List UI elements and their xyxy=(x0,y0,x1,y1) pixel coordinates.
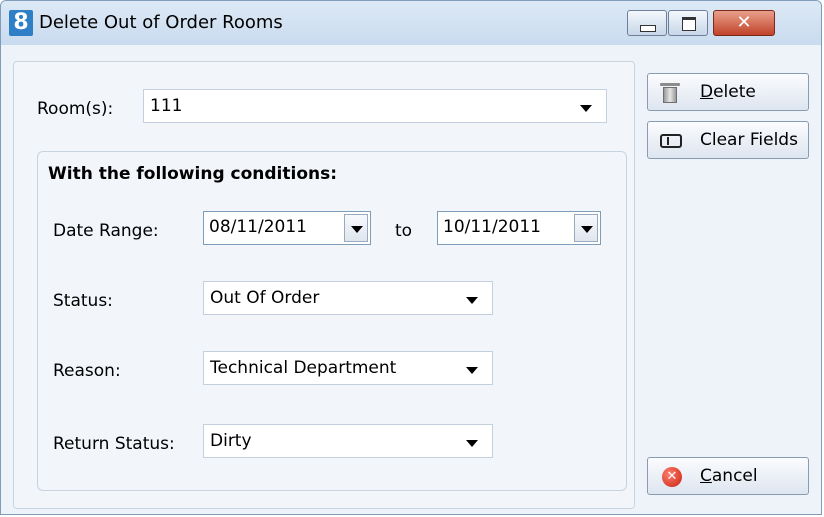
to-label: to xyxy=(395,221,413,241)
rooms-select-value: 111 xyxy=(150,96,183,116)
date-from-picker[interactable]: 08/11/2011 xyxy=(203,211,371,245)
maximize-button[interactable] xyxy=(668,10,708,36)
chevron-down-icon xyxy=(351,226,363,233)
delete-button[interactable]: Delete xyxy=(647,73,809,111)
text-field-clear-icon xyxy=(660,134,682,148)
date-from-value: 08/11/2011 xyxy=(209,217,307,237)
clear-fields-button[interactable]: Clear Fields xyxy=(647,121,809,159)
return-status-select-value: Dirty xyxy=(210,431,252,451)
reason-select-value: Technical Department xyxy=(210,358,397,378)
close-icon: ✕ xyxy=(736,12,752,33)
rooms-select[interactable]: 111 xyxy=(143,89,607,123)
cancel-button-label: Cancel xyxy=(700,466,758,486)
reason-label: Reason: xyxy=(53,361,121,381)
date-range-label: Date Range: xyxy=(53,221,159,241)
return-status-select[interactable]: Dirty xyxy=(203,424,493,458)
status-label: Status: xyxy=(53,291,113,311)
app-logo-icon: 8 xyxy=(9,10,33,36)
chevron-down-icon[interactable] xyxy=(466,297,478,304)
cancel-button[interactable]: ✕ Cancel xyxy=(647,457,809,495)
maximize-icon xyxy=(682,17,696,31)
chevron-down-icon[interactable] xyxy=(466,440,478,447)
title-bar[interactable]: 8 Delete Out of Order Rooms ✕ xyxy=(1,1,821,45)
window-title: Delete Out of Order Rooms xyxy=(39,12,283,33)
status-select-value: Out Of Order xyxy=(210,288,320,308)
date-from-dropdown-button[interactable] xyxy=(344,214,368,242)
reason-select[interactable]: Technical Department xyxy=(203,351,493,385)
conditions-title: With the following conditions: xyxy=(48,164,338,184)
trash-icon xyxy=(660,83,680,103)
minimize-icon xyxy=(640,25,656,32)
rooms-label: Room(s): xyxy=(37,99,114,119)
date-to-value: 10/11/2011 xyxy=(443,217,541,237)
status-select[interactable]: Out Of Order xyxy=(203,281,493,315)
cancel-x-icon: ✕ xyxy=(662,467,682,487)
chevron-down-icon xyxy=(581,226,593,233)
chevron-down-icon[interactable] xyxy=(580,105,592,112)
clear-fields-label: Clear Fields xyxy=(700,130,798,150)
return-status-label: Return Status: xyxy=(53,434,175,454)
date-to-picker[interactable]: 10/11/2011 xyxy=(437,211,601,245)
chevron-down-icon[interactable] xyxy=(466,367,478,374)
dialog-window: 8 Delete Out of Order Rooms ✕ Room(s): 1… xyxy=(0,0,822,515)
minimize-button[interactable] xyxy=(627,10,667,36)
delete-button-label: Delete xyxy=(700,82,756,102)
date-to-dropdown-button[interactable] xyxy=(574,214,598,242)
close-button[interactable]: ✕ xyxy=(713,10,775,36)
